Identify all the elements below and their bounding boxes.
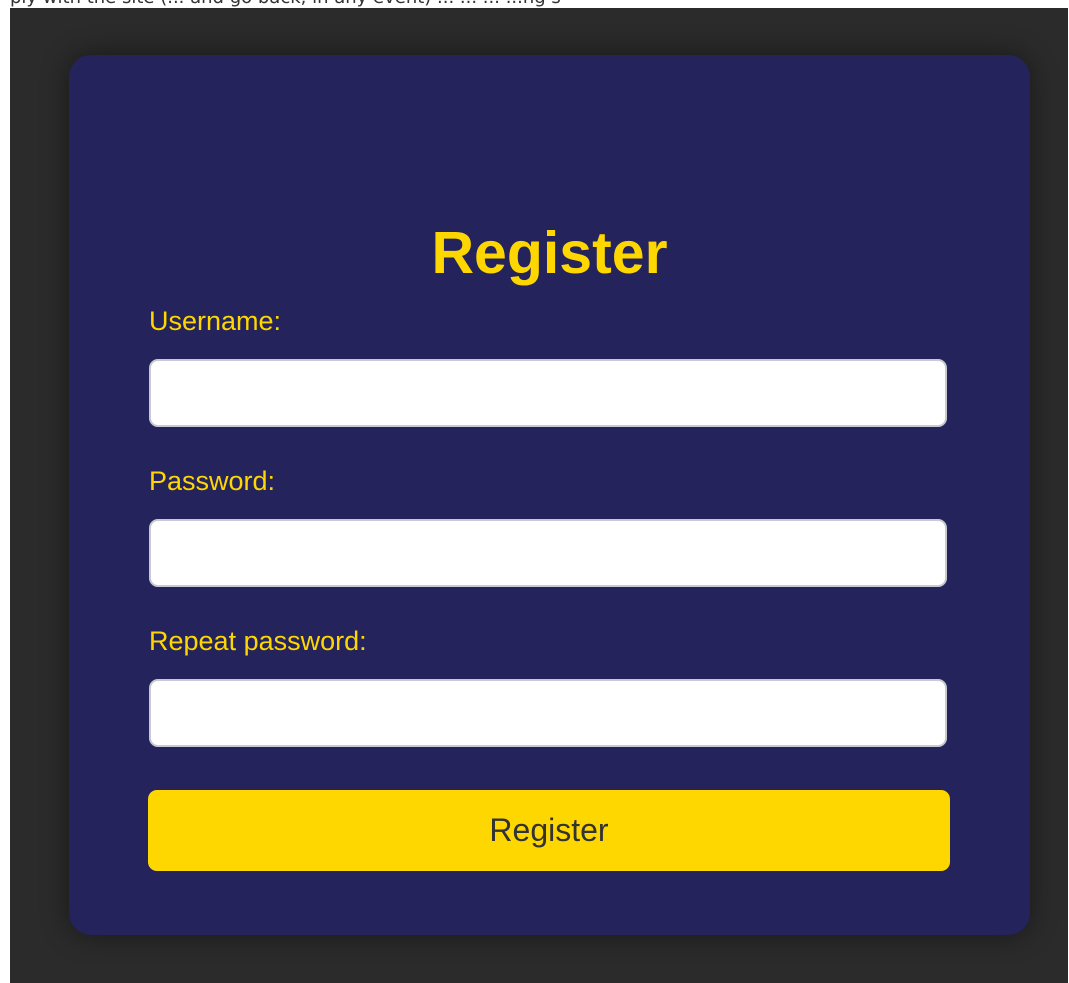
username-input[interactable] <box>149 359 947 427</box>
register-title: Register <box>431 220 668 286</box>
clipped-top-text: ply with the site (... and go back, in a… <box>10 0 561 8</box>
password-input[interactable] <box>149 519 947 587</box>
username-label: Username: <box>149 306 282 336</box>
top-clipped-strip: ply with the site (... and go back, in a… <box>0 0 1069 8</box>
register-card: Register Username: Password: Repeat pass… <box>69 55 1030 935</box>
repeat-password-input[interactable] <box>149 679 947 747</box>
register-button[interactable]: Register <box>148 790 950 871</box>
password-label: Password: <box>149 466 276 496</box>
repeat-password-label: Repeat password: <box>149 626 367 656</box>
page-backdrop: Register Username: Password: Repeat pass… <box>10 8 1068 983</box>
